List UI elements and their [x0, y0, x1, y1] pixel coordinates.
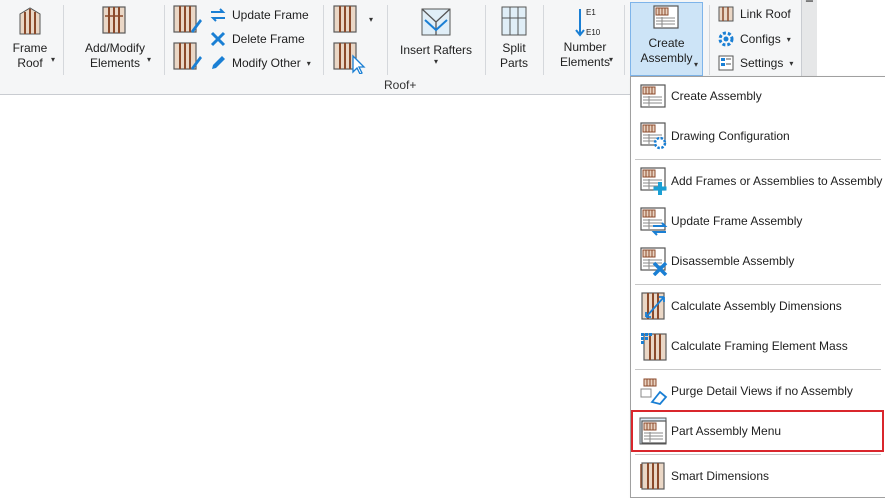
mass-icon — [641, 333, 667, 361]
configs-label: Configs — [740, 32, 781, 46]
add-modify-elements-label: Add/Modify Elements — [84, 41, 146, 70]
link-roof-label: Link Roof — [740, 7, 791, 21]
menu-item-purge-detail-views[interactable]: Purge Detail Views if no Assembly — [635, 372, 881, 410]
chevron-down-icon[interactable]: ▾ — [609, 56, 613, 64]
split-parts-button[interactable]: Split Parts — [494, 4, 534, 76]
menu-item-label: Part Assembly Menu — [671, 424, 782, 438]
menu-item-calculate-framing-mass[interactable]: Calculate Framing Element Mass — [635, 327, 881, 365]
menu-item-label: Calculate Assembly Dimensions — [671, 299, 842, 313]
settings-icon — [718, 55, 734, 71]
assembly-add-icon — [640, 167, 667, 195]
menu-separator — [635, 284, 881, 285]
menu-item-calculate-assembly-dimensions[interactable]: Calculate Assembly Dimensions — [635, 287, 881, 325]
pencil-icon — [212, 56, 225, 69]
frame-edit-icon[interactable] — [173, 5, 203, 37]
link-roof-button[interactable]: Link Roof — [717, 3, 791, 25]
chevron-down-icon[interactable]: ▾ — [147, 56, 151, 64]
number-start-label: E1 — [586, 8, 596, 17]
dimension-icon — [641, 292, 665, 320]
menu-item-label: Add Frames or Assemblies to Assembly — [671, 174, 883, 188]
smart-dimensions-icon — [640, 462, 665, 490]
split-parts-icon — [501, 6, 527, 36]
assembly-icon — [640, 84, 666, 108]
settings-button[interactable]: Settings ▾ — [717, 52, 793, 74]
menu-item-label: Purge Detail Views if no Assembly — [671, 384, 853, 398]
menu-item-label: Drawing Configuration — [671, 129, 790, 143]
frame-roof-label: Frame Roof — [12, 41, 48, 70]
chevron-down-icon[interactable]: ▾ — [787, 35, 791, 44]
delete-frame-label: Delete Frame — [232, 32, 305, 46]
menu-item-drawing-configuration[interactable]: Drawing Configuration — [635, 117, 881, 155]
menu-item-label: Create Assembly — [671, 89, 762, 103]
modify-other-label: Modify Other — [232, 56, 301, 70]
configs-button[interactable]: Configs ▾ — [717, 28, 791, 50]
menu-item-disassemble-assembly[interactable]: Disassemble Assembly — [635, 242, 881, 280]
frame-select-icon[interactable] — [333, 42, 369, 74]
part-assembly-icon — [639, 417, 667, 445]
delete-frame-button[interactable]: Delete Frame — [209, 28, 305, 50]
create-assembly-label: Create Assembly — [640, 36, 693, 65]
insert-rafters-button[interactable]: Insert Rafters ▾ — [396, 4, 476, 76]
chevron-down-icon[interactable]: ▾ — [51, 56, 55, 64]
create-assembly-dropdown-menu: Create Assembly Drawing Configuration Ad… — [630, 76, 885, 498]
menu-separator — [635, 159, 881, 160]
number-elements-icon: E1 E10 — [570, 6, 600, 38]
number-end-label: E10 — [586, 28, 601, 37]
insert-rafters-label: Insert Rafters — [399, 43, 473, 57]
refresh-icon — [210, 8, 226, 22]
menu-item-smart-dimensions[interactable]: Smart Dimensions — [635, 457, 881, 495]
menu-item-label: Update Frame Assembly — [671, 214, 803, 228]
add-modify-elements-icon — [102, 6, 126, 34]
chevron-down-icon[interactable]: ▾ — [369, 16, 373, 24]
chevron-down-icon[interactable]: ▾ — [694, 61, 698, 69]
chevron-down-icon[interactable]: ▾ — [789, 59, 793, 68]
menu-item-create-assembly[interactable]: Create Assembly — [635, 77, 881, 115]
menu-separator — [635, 454, 881, 455]
menu-item-label: Smart Dimensions — [671, 469, 770, 483]
settings-label: Settings — [740, 56, 784, 70]
assembly-delete-icon — [640, 247, 668, 276]
split-parts-label: Split Parts — [499, 41, 528, 70]
update-frame-label: Update Frame — [232, 8, 309, 22]
number-elements-button[interactable]: E1 E10 Number Elements ▾ — [552, 4, 618, 76]
frame-split-icon[interactable] — [333, 5, 363, 37]
menu-item-add-frames[interactable]: Add Frames or Assemblies to Assembly — [635, 162, 883, 200]
delete-x-icon — [210, 31, 226, 47]
chevron-down-icon[interactable]: ▾ — [307, 59, 311, 68]
frame-roof-icon — [19, 7, 41, 35]
menu-item-part-assembly-menu[interactable]: Part Assembly Menu — [631, 410, 884, 452]
update-frame-button[interactable]: Update Frame — [209, 4, 309, 26]
frame-modify-icon[interactable] — [173, 42, 203, 74]
panel-label: Roof+ — [384, 78, 417, 92]
assembly-update-icon — [640, 207, 668, 236]
menu-separator — [635, 369, 881, 370]
assembly-gear-icon — [640, 122, 667, 150]
scroll-up-icon[interactable]: ▔ — [802, 1, 817, 12]
create-assembly-icon — [652, 5, 679, 29]
menu-item-label: Calculate Framing Element Mass — [671, 339, 848, 353]
add-modify-elements-button[interactable]: Add/Modify Elements ▾ — [74, 4, 156, 76]
menu-item-update-frame-assembly[interactable]: Update Frame Assembly — [635, 202, 881, 240]
modify-other-button[interactable]: Modify Other ▾ — [209, 52, 311, 74]
gear-icon — [718, 31, 734, 47]
chevron-down-icon[interactable]: ▾ — [396, 58, 476, 66]
insert-rafters-icon — [421, 8, 451, 36]
link-roof-icon — [718, 6, 734, 22]
frame-roof-button[interactable]: Frame Roof ▾ — [6, 4, 55, 76]
create-assembly-button[interactable]: Create Assembly ▾ — [630, 2, 703, 76]
purge-icon — [640, 378, 668, 406]
menu-item-label: Disassemble Assembly — [671, 254, 795, 268]
